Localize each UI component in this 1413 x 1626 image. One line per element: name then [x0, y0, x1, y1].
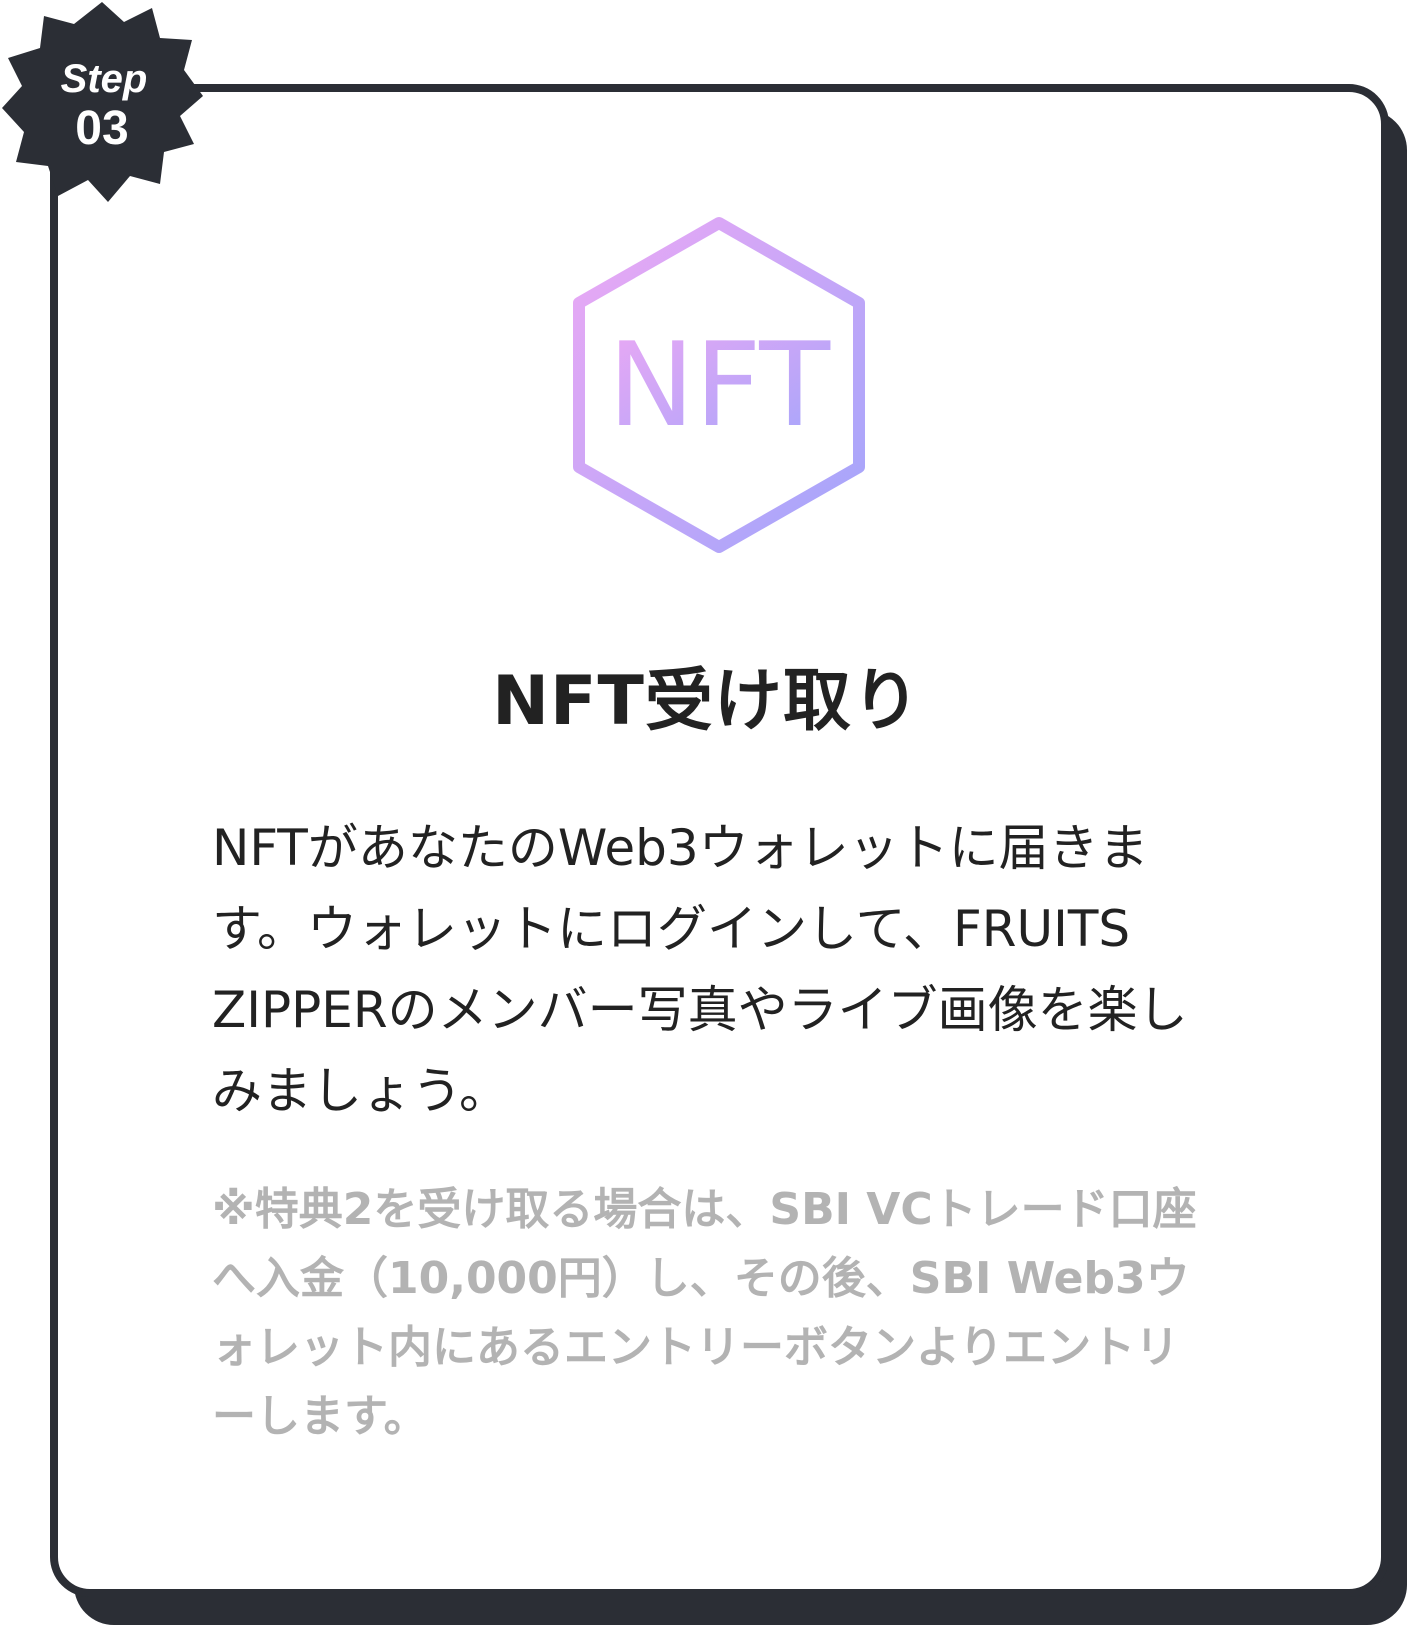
- step-title: NFT受け取り: [492, 662, 921, 741]
- step-label: Step: [61, 57, 148, 101]
- step-badge: Step 03: [2, 2, 203, 202]
- step-note: ※特典2を受け取る場合は、SBI VCトレード口座へ入金（10,000円）し、そ…: [212, 1184, 1197, 1442]
- nft-icon-text: NFT: [608, 318, 831, 453]
- step-number: 03: [75, 102, 128, 155]
- step-description: NFTがあなたのWeb3ウォレットに届きます。ウォレットにログインして、FRUI…: [212, 819, 1188, 1120]
- nft-hexagon-icon: NFT: [573, 217, 865, 553]
